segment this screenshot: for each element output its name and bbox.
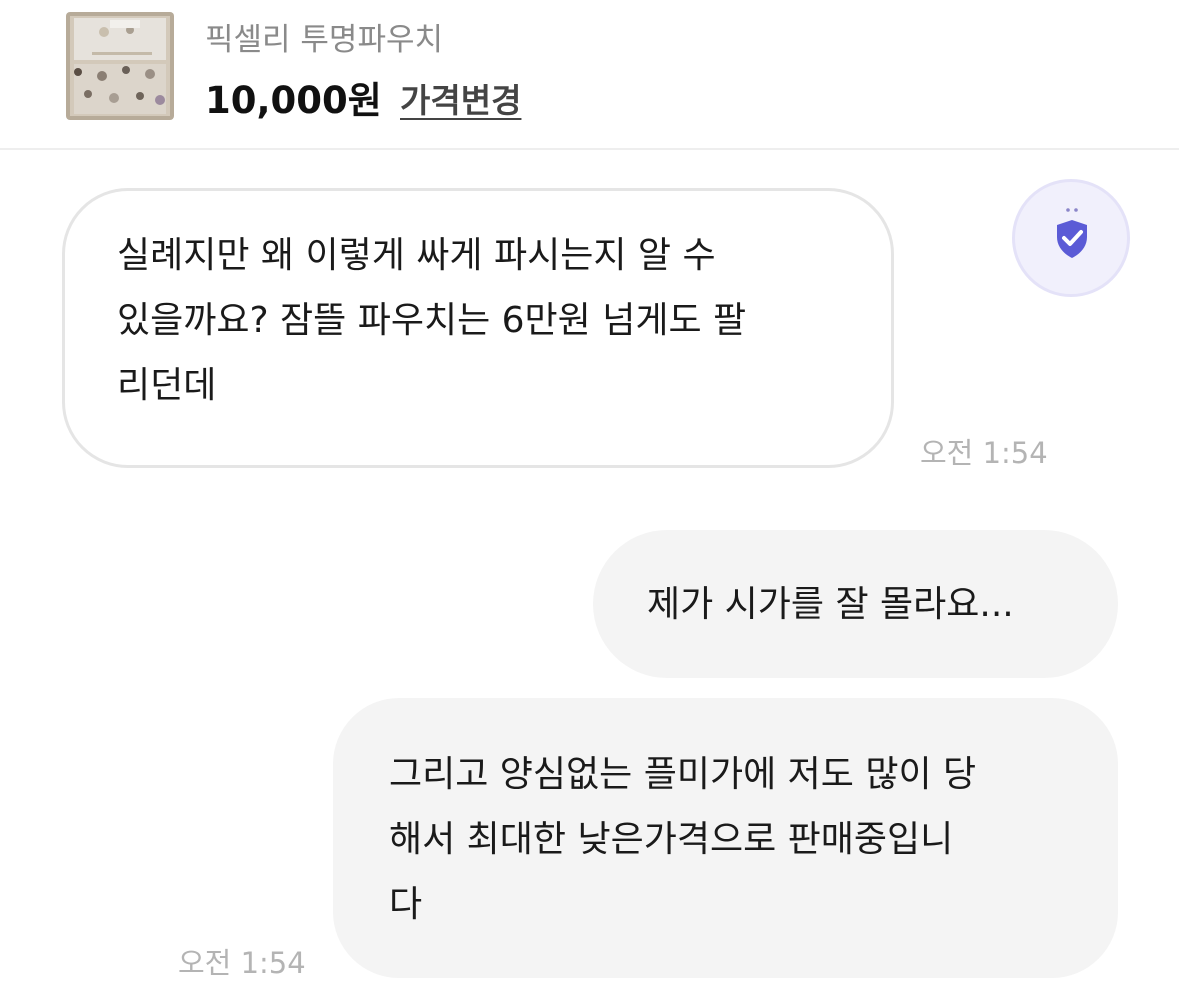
product-header[interactable]: 픽셀리 투명파우치 10,000원 가격변경 (0, 0, 1179, 148)
outgoing-message-bubble: 그리고 양심없는 플미가에 저도 많이 당 해서 최대한 낮은가격으로 판매중입… (333, 698, 1118, 978)
message-timestamp: 오전 1:54 (178, 946, 306, 980)
shield-check-icon (1057, 208, 1087, 258)
outgoing-message-bubble: 제가 시가를 잘 몰라요... (593, 530, 1118, 678)
incoming-message-bubble: 실례지만 왜 이렇게 싸게 파시는지 알 수 있을까요? 잠뜰 파우치는 6만원… (62, 188, 894, 468)
message-timestamp: 오전 1:54 (920, 436, 1048, 470)
safety-badge[interactable] (1012, 179, 1130, 297)
product-price: 10,000원 (205, 79, 382, 122)
product-photo-icon[interactable] (66, 12, 174, 120)
product-title: 픽셀리 투명파우치 (205, 22, 444, 58)
chat-screen: 픽셀리 투명파우치 10,000원 가격변경 실례지만 왜 이렇게 싸게 파시는… (0, 0, 1179, 1003)
header-divider (0, 148, 1179, 150)
price-change-link[interactable]: 가격변경 (400, 74, 521, 122)
